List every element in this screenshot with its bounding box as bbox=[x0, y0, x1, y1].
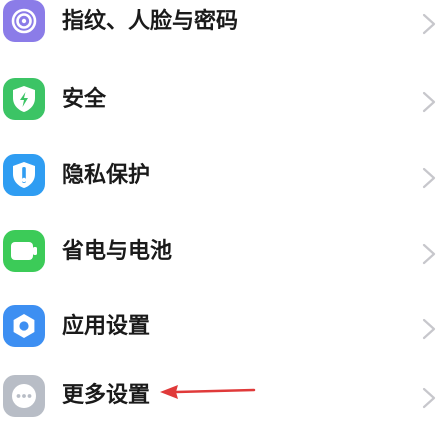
chevron-right-icon bbox=[422, 167, 436, 189]
chevron-right-icon bbox=[422, 243, 436, 265]
settings-item-label: 更多设置 bbox=[62, 383, 151, 408]
settings-item-label: 指纹、人脸与密码 bbox=[62, 9, 239, 34]
annotation-arrow-icon bbox=[160, 385, 256, 399]
shield-bolt-icon bbox=[3, 78, 45, 120]
settings-item-security[interactable]: 安全 bbox=[0, 68, 447, 142]
gear-icon bbox=[3, 305, 45, 347]
settings-item-app-settings[interactable]: 应用设置 bbox=[0, 298, 447, 372]
settings-item-battery[interactable]: 省电与电池 bbox=[0, 222, 447, 296]
chevron-right-icon bbox=[422, 13, 436, 35]
chevron-right-icon bbox=[422, 91, 436, 113]
chevron-right-icon bbox=[422, 387, 436, 409]
settings-item-privacy[interactable]: 隐私保护 bbox=[0, 146, 447, 220]
chevron-right-icon bbox=[422, 318, 436, 340]
settings-item-label: 应用设置 bbox=[62, 314, 151, 339]
fingerprint-icon bbox=[3, 0, 45, 42]
more-dots-icon bbox=[3, 375, 45, 417]
settings-item-label: 省电与电池 bbox=[62, 239, 173, 264]
settings-item-label: 隐私保护 bbox=[62, 163, 151, 188]
settings-item-fingerprint-face-password[interactable]: 指纹、人脸与密码 bbox=[0, 0, 447, 66]
settings-list: 指纹、人脸与密码 安全 隐私保护 省电与电池 应用设置 更多设置 bbox=[0, 0, 447, 446]
settings-item-label: 安全 bbox=[62, 87, 107, 112]
privacy-shield-icon bbox=[3, 154, 45, 196]
battery-icon bbox=[3, 230, 45, 272]
